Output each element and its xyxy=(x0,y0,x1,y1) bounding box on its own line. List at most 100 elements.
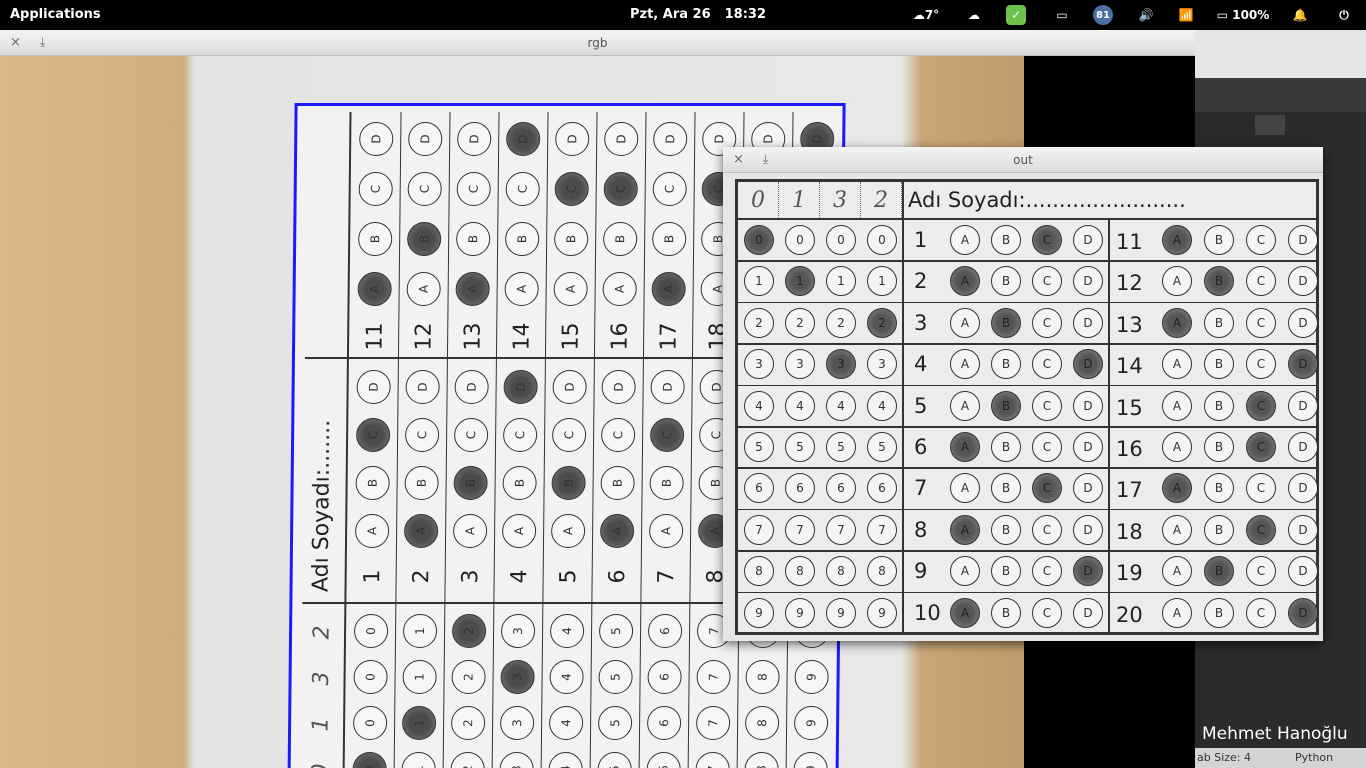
answer-bubble: C xyxy=(1032,390,1062,421)
sheet-bubble: B xyxy=(407,222,442,256)
answer-bubble: D xyxy=(1288,266,1318,297)
sheet-bubble: B xyxy=(355,466,390,500)
answer-bubble: A xyxy=(1162,225,1192,255)
digit-bubble: 4 xyxy=(744,390,774,421)
sheet-digit-bubble: 4 xyxy=(549,660,584,694)
divider xyxy=(738,426,1316,428)
out-titlebar[interactable]: × ⤓ out xyxy=(723,147,1323,173)
tab-size-indicator[interactable]: ab Size: 4 xyxy=(1197,751,1251,764)
answer-bubble: D xyxy=(1073,225,1103,255)
sheet-bubble: A xyxy=(455,272,490,306)
question-number: 13 xyxy=(1116,312,1143,337)
answer-bubble: B xyxy=(991,597,1021,628)
notification-count-icon[interactable]: 81 xyxy=(1093,5,1113,25)
digit-bubble: 3 xyxy=(785,349,815,380)
window-icon[interactable]: ▭ xyxy=(1052,5,1072,25)
answer-bubble: C xyxy=(1032,307,1062,338)
editor-tabbar[interactable] xyxy=(1195,78,1366,112)
sheet-digit-bubble: 0 xyxy=(353,614,389,648)
answer-bubble: A xyxy=(950,266,980,297)
digit-bubble: 8 xyxy=(785,556,815,587)
answer-bubble: A xyxy=(950,597,980,628)
sheet-name-label: Adı Soyadı:....... xyxy=(308,419,336,592)
sheet-bubble: B xyxy=(502,466,537,500)
sheet-bubble: A xyxy=(452,514,488,548)
question-number: 1 xyxy=(914,228,928,252)
rgb-titlebar[interactable]: × ⤓ rgb xyxy=(0,30,1195,56)
volume-icon[interactable]: 🔊 xyxy=(1135,5,1157,25)
sheet-digit-bubble: 5 xyxy=(598,614,634,648)
question-number: 2 xyxy=(914,269,928,294)
sheet-question-number: 2 xyxy=(409,569,435,584)
digit-bubble: 9 xyxy=(867,597,897,628)
answer-bubble: A xyxy=(950,556,980,587)
user-label: Mehmet Hanoğlu xyxy=(1202,724,1348,744)
divider xyxy=(738,591,1316,594)
sheet-bubble: C xyxy=(603,172,638,206)
sheet-bubble: B xyxy=(551,466,586,500)
answer-bubble: A xyxy=(950,473,980,504)
applications-menu[interactable]: Applications xyxy=(10,7,101,22)
sheet-digit-bubble: 5 xyxy=(597,752,632,768)
sheet-bubble: C xyxy=(554,172,589,206)
sheet-bubble: B xyxy=(554,222,589,256)
syntax-indicator[interactable]: Python xyxy=(1295,751,1333,764)
sheet-bubble: D xyxy=(457,122,492,156)
sheet-bubble: A xyxy=(501,514,537,548)
sheet-digit-bubble: 1 xyxy=(402,614,438,648)
sheet-bubble: D xyxy=(503,370,538,404)
divider xyxy=(738,467,1316,469)
answer-bubble: B xyxy=(991,349,1021,380)
sheet-bubble: A xyxy=(406,272,441,306)
digit-bubble: 6 xyxy=(867,473,897,504)
digit-bubble: 5 xyxy=(785,432,815,462)
out-window[interactable]: × ⤓ out Adı Soyadı:.....................… xyxy=(723,147,1323,641)
sheet-header-digit: 3 xyxy=(309,671,335,686)
divider xyxy=(738,508,1316,511)
question-number: 18 xyxy=(1116,519,1143,544)
editor-minimap[interactable] xyxy=(1255,115,1285,135)
divider xyxy=(442,112,451,768)
answer-bubble: C xyxy=(1246,390,1276,421)
sheet-digit-bubble: 2 xyxy=(451,614,487,648)
sheet-digit-bubble: 6 xyxy=(647,614,683,648)
check-app-icon[interactable]: ✓ xyxy=(1006,5,1026,25)
divider xyxy=(687,112,696,768)
answer-bubble: C xyxy=(1246,597,1276,628)
divider xyxy=(738,301,1316,304)
sheet-bubble: D xyxy=(555,122,590,156)
answer-bubble: D xyxy=(1073,266,1103,297)
power-icon[interactable]: ⏻ xyxy=(1334,5,1354,25)
sheet-digit-bubble: 8 xyxy=(744,752,779,768)
sheet-bubble: B xyxy=(453,466,488,500)
sheet-bubble: A xyxy=(553,272,588,306)
digit-bubble: 1 xyxy=(785,266,815,297)
answer-bubble: A xyxy=(1162,307,1192,338)
answer-bubble: C xyxy=(1246,473,1276,504)
digit-bubble: 7 xyxy=(826,514,856,545)
clock[interactable]: Pzt, Ara 26 18:32 xyxy=(630,7,780,22)
digit-bubble: 3 xyxy=(826,349,856,380)
wifi-icon[interactable]: 📶 xyxy=(1176,5,1196,25)
sheet-bubble: D xyxy=(650,370,685,404)
answer-bubble: B xyxy=(1204,473,1234,504)
cloud-sync-icon[interactable]: ☁ xyxy=(962,5,986,25)
answer-bubble: B xyxy=(1204,597,1234,628)
answer-bubble: D xyxy=(1073,432,1103,462)
sheet-bubble: D xyxy=(601,370,636,404)
divider xyxy=(393,112,402,768)
digit-bubble: 7 xyxy=(867,514,897,545)
divider xyxy=(342,112,352,768)
answer-form: Adı Soyadı:........................ 0132… xyxy=(735,179,1319,635)
notifications-bell-icon[interactable]: 🔔 xyxy=(1290,5,1310,25)
answer-bubble: B xyxy=(991,266,1021,297)
sheet-question-number: 7 xyxy=(654,569,680,584)
sheet-digit-bubble: 4 xyxy=(548,706,584,740)
sheet-bubble: D xyxy=(408,122,443,156)
battery-indicator[interactable]: ▭ 100% xyxy=(1213,5,1273,25)
sheet-digit-bubble: 1 xyxy=(401,752,436,768)
answer-bubble: B xyxy=(991,390,1021,421)
sheet-bubble: D xyxy=(506,122,541,156)
digit-bubble: 6 xyxy=(785,473,815,504)
weather-indicator[interactable]: ☁ 7° xyxy=(908,5,944,25)
